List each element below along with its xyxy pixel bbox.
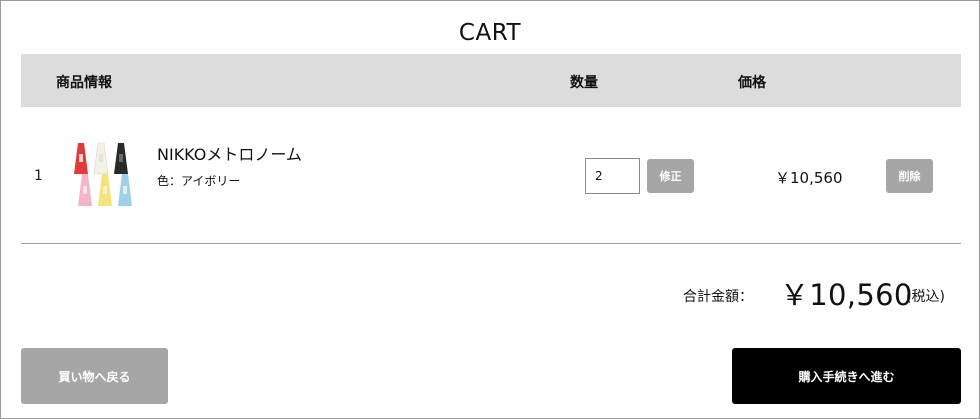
row-index: 1 [34, 168, 43, 184]
header-price: 価格 [738, 75, 766, 91]
item-price: ￥10,560 [775, 169, 843, 187]
total-label: 合計金額： [683, 289, 753, 305]
quantity-input[interactable] [585, 158, 640, 194]
total-amount: ￥10,560 [780, 278, 913, 312]
metronome-product-image [74, 142, 132, 206]
page-title: CART [458, 20, 522, 46]
tax-note: (税込) [906, 289, 945, 305]
back-to-shopping-button[interactable]: 買い物へ戻る [21, 348, 168, 404]
row-divider [21, 243, 961, 244]
product-name[interactable]: NIKKOメトロノーム [157, 141, 302, 165]
checkout-button[interactable]: 購入手続きへ進む [732, 348, 961, 404]
cart-table-header: 商品情報 数量 価格 [21, 54, 961, 107]
product-option: 色：アイボリー [157, 174, 241, 188]
delete-item-button[interactable]: 削除 [886, 159, 933, 193]
header-quantity: 数量 [570, 75, 598, 91]
update-quantity-button[interactable]: 修正 [647, 159, 694, 193]
header-product-info: 商品情報 [56, 75, 112, 91]
